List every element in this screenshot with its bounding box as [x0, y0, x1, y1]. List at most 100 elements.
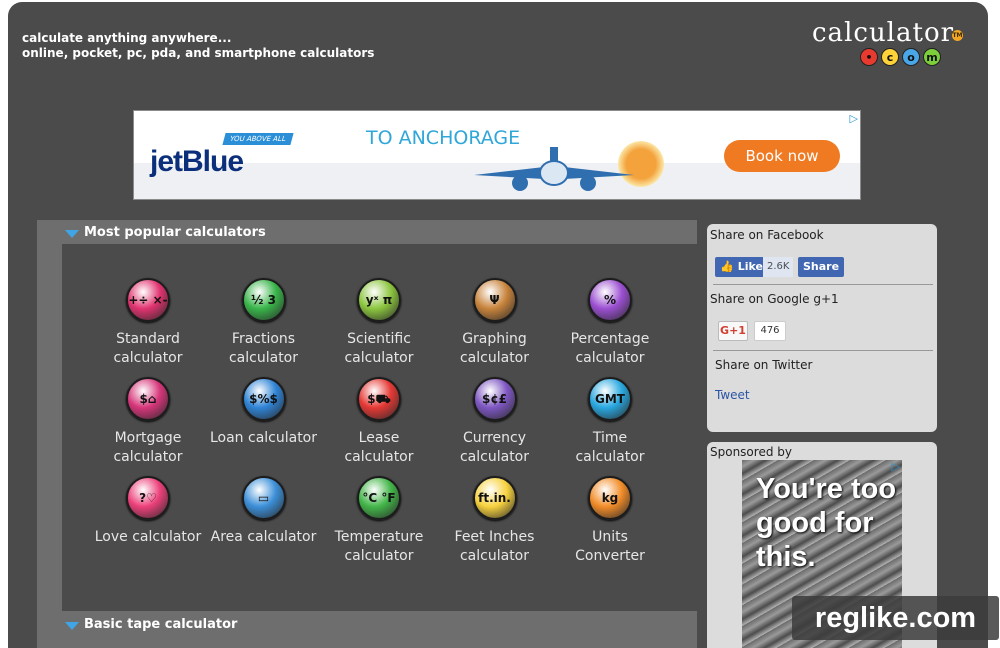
calculator-label-line-1: Graphing	[462, 331, 527, 347]
calculator-icon-glyph: yˣ π	[365, 293, 393, 307]
calculator-icon-glyph: ▭	[257, 491, 270, 505]
calculator-icon-glyph: $¢£	[481, 392, 508, 406]
calculator-link[interactable]: yˣ π Scientific calculator	[321, 278, 437, 368]
lease-calc-icon[interactable]: $⛟	[357, 377, 401, 421]
scientific-calc-icon[interactable]: yˣ π	[357, 278, 401, 322]
calculator-label[interactable]: Scientific calculator	[321, 330, 437, 368]
time-calc-icon[interactable]: GMT	[588, 377, 632, 421]
fractions-calc-icon[interactable]: ½ 3	[241, 278, 286, 322]
calculator-label[interactable]: Temperature calculator	[321, 528, 437, 566]
airplane-icon	[474, 147, 634, 191]
calculator-label[interactable]: Graphing calculator	[437, 330, 553, 368]
facebook-like-button[interactable]: 👍 Like	[715, 257, 768, 277]
adchoices-icon[interactable]: ▷	[850, 112, 858, 125]
calculator-label[interactable]: Standard calculator	[90, 330, 206, 368]
calculator-label-line-1: Standard	[116, 331, 180, 347]
calculator-link[interactable]: °C °F Temperature calculator	[321, 476, 437, 566]
units-converter-icon[interactable]: kg	[588, 476, 632, 520]
calculator-label[interactable]: Feet Inches calculator	[437, 528, 553, 566]
calculator-link[interactable]: $⌂ Mortgage calculator	[90, 377, 206, 467]
book-now-button[interactable]: Book now	[724, 140, 840, 172]
calculator-label[interactable]: Loan calculator	[206, 429, 322, 448]
calculator-label-line-2: calculator	[575, 449, 645, 465]
google-plus-button[interactable]: G+1	[718, 321, 748, 341]
calculator-icon-glyph: %	[603, 293, 617, 307]
site-tagline: calculate anything anywhere... online, p…	[22, 31, 374, 61]
calculator-label-line-1: Percentage	[570, 331, 650, 347]
tagline-line-1: calculate anything anywhere...	[22, 31, 232, 45]
calculator-icon-glyph: kg	[601, 491, 619, 505]
sponsored-ad-text: You're too good for this.	[756, 473, 897, 573]
calculator-icon-glyph: ?♡	[139, 491, 157, 505]
calculator-label-line-1: Loan calculator	[209, 430, 318, 446]
calculator-label-line-1: Units	[592, 529, 628, 545]
calculator-label[interactable]: Time calculator	[552, 429, 668, 467]
calculator-label[interactable]: Currency calculator	[437, 429, 553, 467]
twitter-share-title: Share on Twitter	[715, 358, 813, 372]
calculator-label-line-2: calculator	[228, 350, 298, 366]
love-calc-icon[interactable]: ?♡	[126, 476, 170, 520]
calculator-link[interactable]: ½ 3 Fractions calculator	[206, 278, 322, 368]
feet-inches-calc-icon[interactable]: ft.in.	[472, 476, 517, 520]
calculator-label-line-2: calculator	[459, 449, 529, 465]
calculator-label-line-2: calculator	[344, 548, 414, 564]
calculator-label-line-2: calculator	[459, 548, 529, 564]
logo-dot: o	[902, 48, 920, 66]
adchoices-icon[interactable]: ▷	[892, 460, 900, 473]
site-logo[interactable]: calculator TM • c o m	[812, 18, 972, 70]
calculator-link[interactable]: $%$ Loan calculator	[206, 377, 322, 448]
temperature-calc-icon[interactable]: °C °F	[357, 476, 401, 520]
calculator-label-line-2: Converter	[575, 548, 645, 564]
standard-calc-icon[interactable]: +÷ ×-	[126, 278, 170, 322]
like-label: Like	[737, 260, 763, 273]
currency-calc-icon[interactable]: $¢£	[472, 377, 517, 421]
calculator-label[interactable]: Fractions calculator	[206, 330, 322, 368]
calculator-link[interactable]: $⛟ Lease calculator	[321, 377, 437, 467]
calculator-label[interactable]: Lease calculator	[321, 429, 437, 467]
facebook-share-button[interactable]: Share	[798, 257, 845, 277]
calculator-link[interactable]: +÷ ×- Standard calculator	[90, 278, 206, 368]
calculator-label[interactable]: Love calculator	[90, 528, 206, 547]
calculator-icon-glyph: $%$	[249, 392, 278, 406]
ad-brand-logo: jetBlue	[150, 145, 244, 178]
calculator-link[interactable]: Ψ Graphing calculator	[437, 278, 553, 368]
calculator-label-line-1: Currency	[462, 430, 527, 446]
divider	[713, 350, 933, 351]
calculator-label[interactable]: Mortgage calculator	[90, 429, 206, 467]
logo-dot: •	[860, 48, 878, 66]
calculator-label-line-1: Area calculator	[210, 529, 317, 545]
percentage-calc-icon[interactable]: %	[588, 278, 632, 322]
google-share-title: Share on Google g+1	[710, 292, 839, 306]
calculator-link[interactable]: % Percentage calculator	[552, 278, 668, 368]
calculator-link[interactable]: ft.in. Feet Inches calculator	[437, 476, 553, 566]
share-box: Share on Facebook 👍 Like 2.6K Share Shar…	[707, 224, 937, 432]
calculator-link[interactable]: GMT Time calculator	[552, 377, 668, 467]
calculator-link[interactable]: ▭ Area calculator	[206, 476, 322, 547]
calculator-icon-glyph: $⌂	[139, 392, 157, 406]
mortgage-calc-icon[interactable]: $⌂	[126, 377, 170, 421]
calculator-label-line-1: Temperature	[334, 529, 424, 545]
collapse-triangle-icon[interactable]	[65, 622, 79, 630]
calculator-label-line-1: Feet Inches	[454, 529, 535, 545]
banner-ad[interactable]: YOU ABOVE ALL jetBlue TO ANCHORAGE Book …	[133, 110, 861, 200]
calculator-icon-glyph: GMT	[595, 392, 625, 406]
collapse-triangle-icon[interactable]	[65, 230, 79, 238]
loan-calc-icon[interactable]: $%$	[241, 377, 286, 421]
calculator-label[interactable]: Units Converter	[552, 528, 668, 566]
calculator-icon-glyph: $⛟	[367, 392, 391, 406]
calculator-link[interactable]: kg Units Converter	[552, 476, 668, 566]
tweet-link[interactable]: Tweet	[715, 388, 750, 402]
calculator-icon-glyph: ft.in.	[478, 491, 511, 505]
calculator-link[interactable]: ?♡ Love calculator	[90, 476, 206, 547]
calculator-label[interactable]: Area calculator	[206, 528, 322, 547]
calculator-link[interactable]: $¢£ Currency calculator	[437, 377, 553, 467]
popular-section-header[interactable]: Most popular calculators	[62, 222, 697, 244]
tape-section-header[interactable]: Basic tape calculator	[62, 614, 697, 636]
tape-section-title: Basic tape calculator	[84, 617, 238, 632]
area-calc-icon[interactable]: ▭	[241, 476, 286, 520]
divider	[713, 284, 933, 285]
graphing-calc-icon[interactable]: Ψ	[472, 278, 517, 322]
logo-dots: • c o m	[860, 48, 941, 66]
calculator-icon-glyph: Ψ	[489, 293, 500, 307]
calculator-label[interactable]: Percentage calculator	[552, 330, 668, 368]
